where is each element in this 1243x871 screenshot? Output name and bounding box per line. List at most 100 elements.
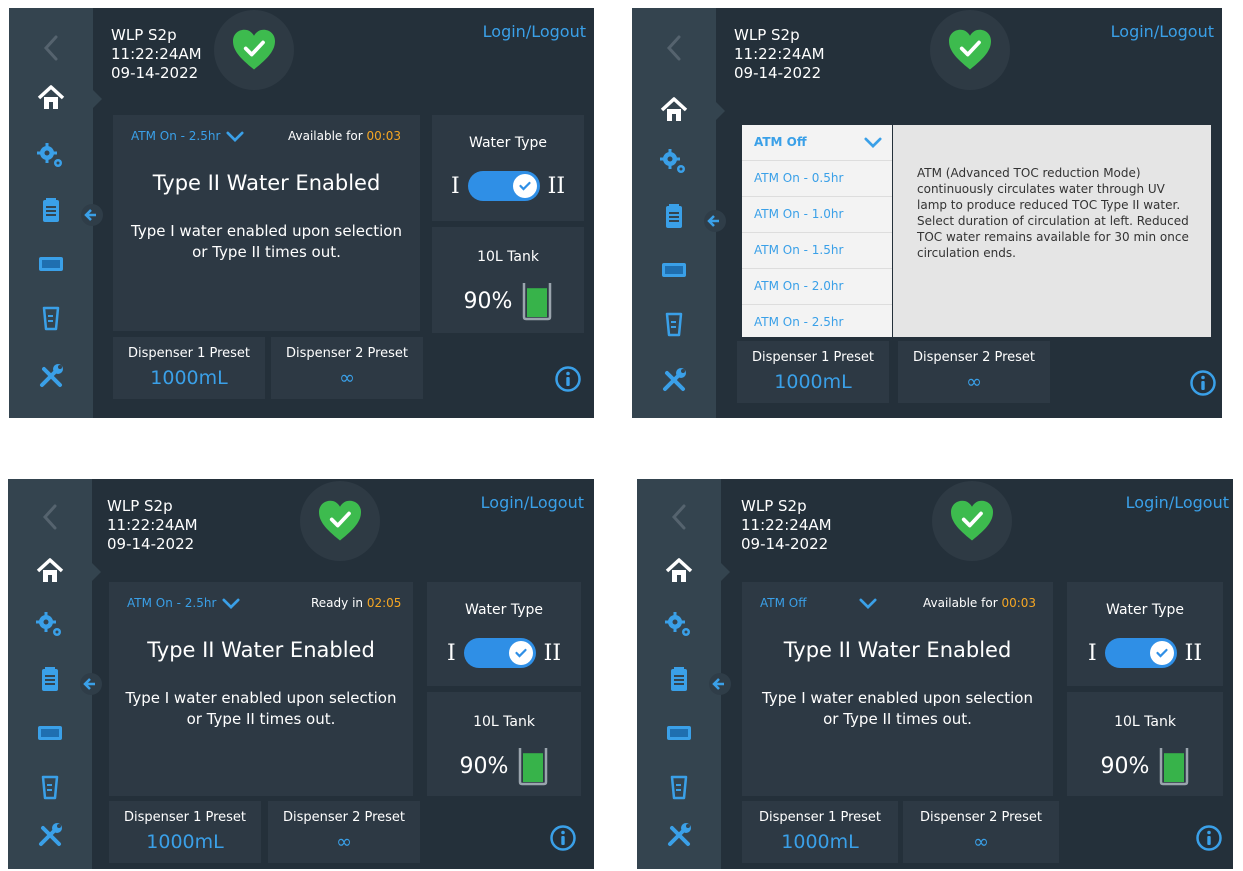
- tools-icon[interactable]: [654, 360, 694, 400]
- chevron-down-icon: [226, 131, 244, 142]
- settings-gears-icon[interactable]: [31, 136, 71, 176]
- log-clipboard-icon[interactable]: [30, 659, 70, 699]
- atm-label: ATM Off: [760, 596, 807, 610]
- water-type-toggle[interactable]: [467, 171, 540, 201]
- atm-option[interactable]: ATM On - 1.5hr: [742, 233, 892, 269]
- beaker-icon[interactable]: [654, 304, 694, 344]
- water-type-toggle[interactable]: [1104, 638, 1177, 668]
- tank-label: 10L Tank: [1114, 714, 1176, 730]
- dispenser-1-preset[interactable]: Dispenser 1 Preset 1000mL: [109, 801, 261, 863]
- status-heart-icon: [214, 10, 294, 90]
- home-icon[interactable]: [659, 551, 699, 591]
- availability: Available for 00:03: [288, 129, 401, 143]
- dispenser-icon[interactable]: [654, 250, 694, 290]
- dispenser-icon[interactable]: [31, 244, 71, 284]
- atm-option[interactable]: ATM On - 1.0hr: [742, 197, 892, 233]
- info-icon[interactable]: [1189, 369, 1217, 397]
- type-one-label: I: [450, 173, 460, 199]
- dispenser-1-label: Dispenser 1 Preset: [751, 350, 875, 365]
- check-icon: [1149, 641, 1174, 665]
- water-status-title: Type II Water Enabled: [783, 638, 1012, 662]
- home-icon[interactable]: [31, 78, 71, 118]
- beaker-icon[interactable]: [30, 767, 70, 807]
- sidebar-collapse-arrow-icon[interactable]: [704, 210, 726, 232]
- log-clipboard-icon[interactable]: [31, 190, 71, 230]
- availability-time: 02:05: [366, 596, 402, 610]
- log-clipboard-icon[interactable]: [659, 659, 699, 699]
- home-icon[interactable]: [30, 551, 70, 591]
- info-icon[interactable]: [1195, 824, 1223, 852]
- settings-gears-icon[interactable]: [30, 605, 70, 645]
- info-icon[interactable]: [554, 365, 582, 393]
- device-date: 09-14-2022: [107, 535, 195, 553]
- dispenser-1-preset[interactable]: Dispenser 1 Preset 1000mL: [742, 801, 898, 863]
- login-logout-link[interactable]: Login/Logout: [481, 493, 584, 512]
- status-heart-icon: [930, 10, 1010, 90]
- home-notch: [716, 102, 725, 120]
- login-logout-link[interactable]: Login/Logout: [1126, 493, 1229, 512]
- water-type-toggle-row: I II: [427, 638, 581, 668]
- home-icon[interactable]: [654, 90, 694, 130]
- atm-dropdown[interactable]: ATM On - 2.5hr: [127, 596, 240, 610]
- device-name: WLP S2p: [741, 497, 807, 515]
- water-type-panel: Water Type I II: [427, 582, 581, 686]
- tank-percent: 90%: [463, 288, 513, 314]
- type-one-label: I: [1087, 640, 1097, 666]
- dispenser-2-label: Dispenser 2 Preset: [285, 346, 409, 361]
- availability-prefix: Ready in: [311, 596, 364, 610]
- login-logout-link[interactable]: Login/Logout: [1111, 22, 1214, 41]
- dispenser-2-label: Dispenser 2 Preset: [912, 350, 1036, 365]
- dispenser-1-preset[interactable]: Dispenser 1 Preset 1000mL: [113, 337, 265, 399]
- atm-label: ATM On - 2.5hr: [131, 129, 221, 143]
- tools-icon[interactable]: [31, 356, 71, 396]
- back-icon[interactable]: [659, 497, 699, 537]
- dispenser-1-value: 1000mL: [146, 831, 224, 853]
- dispenser-1-label: Dispenser 1 Preset: [123, 810, 247, 825]
- dispenser-2-preset[interactable]: Dispenser 2 Preset ∞: [268, 801, 420, 863]
- device-time: 11:22:24AM: [111, 45, 202, 63]
- log-clipboard-icon[interactable]: [654, 196, 694, 236]
- atm-option[interactable]: ATM On - 2.5hr: [742, 305, 892, 340]
- atm-dropdown[interactable]: ATM On - 2.5hr: [131, 129, 244, 143]
- beaker-icon[interactable]: [31, 298, 71, 338]
- atm-option[interactable]: ATM Off: [742, 125, 892, 161]
- subtitle-line-1: Type I water enabled upon selection: [131, 222, 402, 240]
- dispenser-1-label: Dispenser 1 Preset: [758, 810, 882, 825]
- dispenser-2-preset[interactable]: Dispenser 2 Preset ∞: [898, 341, 1050, 403]
- tools-icon[interactable]: [659, 815, 699, 855]
- info-icon[interactable]: [549, 824, 577, 852]
- atm-option[interactable]: ATM On - 0.5hr: [742, 161, 892, 197]
- dispenser-2-preset[interactable]: Dispenser 2 Preset ∞: [271, 337, 423, 399]
- beaker-icon[interactable]: [659, 767, 699, 807]
- status-panel: ATM Off Available for 00:03 Type II Wate…: [742, 582, 1053, 796]
- device-info: WLP S2p 11:22:24AM 09-14-2022: [741, 497, 832, 554]
- dispenser-1-preset[interactable]: Dispenser 1 Preset 1000mL: [737, 341, 889, 403]
- water-status-title: Type II Water Enabled: [147, 638, 375, 662]
- dispenser-2-preset[interactable]: Dispenser 2 Preset ∞: [903, 801, 1059, 863]
- tools-icon[interactable]: [30, 815, 70, 855]
- atm-dropdown[interactable]: ATM Off: [760, 596, 877, 610]
- water-type-toggle[interactable]: [463, 638, 536, 668]
- dispenser-2-label: Dispenser 2 Preset: [919, 810, 1043, 825]
- availability-prefix: Available for: [923, 596, 998, 610]
- screen-2: WLP S2p 11:22:24AM 09-14-2022 Login/Logo…: [632, 8, 1222, 418]
- back-icon[interactable]: [30, 497, 70, 537]
- back-icon[interactable]: [654, 28, 694, 68]
- sidebar-collapse-arrow-icon[interactable]: [80, 673, 102, 695]
- tank-panel: 10L Tank 90%: [427, 692, 581, 796]
- dispenser-1-value: 1000mL: [774, 371, 852, 393]
- dispenser-icon[interactable]: [659, 713, 699, 753]
- settings-gears-icon[interactable]: [659, 605, 699, 645]
- tank-label: 10L Tank: [477, 249, 539, 265]
- login-logout-link[interactable]: Login/Logout: [483, 22, 586, 41]
- atm-option[interactable]: ATM On - 2.0hr: [742, 269, 892, 305]
- dispenser-icon[interactable]: [30, 713, 70, 753]
- device-info: WLP S2p 11:22:24AM 09-14-2022: [107, 497, 198, 554]
- sidebar-collapse-arrow-icon[interactable]: [709, 673, 731, 695]
- back-icon[interactable]: [31, 28, 71, 68]
- settings-gears-icon[interactable]: [654, 142, 694, 182]
- water-status-subtitle: Type I water enabled upon selection or T…: [113, 221, 420, 263]
- atm-dropdown-list: ATM Off ATM On - 0.5hr ATM On - 1.0hr AT…: [742, 125, 892, 337]
- tank-level-icon: [519, 748, 548, 786]
- sidebar-collapse-arrow-icon[interactable]: [81, 204, 103, 226]
